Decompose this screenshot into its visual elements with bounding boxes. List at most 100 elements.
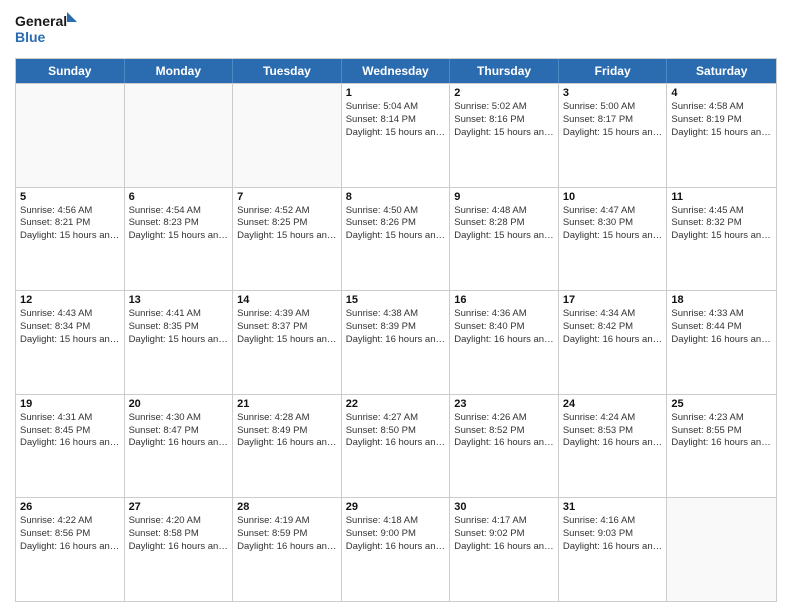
- daylight-text: Daylight: 15 hours and 13 minutes.: [454, 127, 554, 140]
- daylight-text: Daylight: 16 hours and 23 minutes.: [346, 437, 446, 450]
- sunrise-text: Sunrise: 5:02 AM: [454, 101, 554, 114]
- cal-cell-4-5: 31Sunrise: 4:16 AMSunset: 9:03 PMDayligh…: [559, 498, 668, 601]
- sunset-text: Sunset: 8:59 PM: [237, 528, 337, 541]
- day-number: 30: [454, 501, 554, 513]
- sunset-text: Sunset: 8:14 PM: [346, 114, 446, 127]
- cal-cell-1-5: 10Sunrise: 4:47 AMSunset: 8:30 PMDayligh…: [559, 188, 668, 291]
- daylight-text: Daylight: 15 hours and 24 minutes.: [20, 230, 120, 243]
- sunset-text: Sunset: 8:21 PM: [20, 217, 120, 230]
- sunset-text: Sunset: 8:26 PM: [346, 217, 446, 230]
- sunrise-text: Sunrise: 4:22 AM: [20, 515, 120, 528]
- sunset-text: Sunset: 8:32 PM: [671, 217, 772, 230]
- header-day-tuesday: Tuesday: [233, 59, 342, 83]
- header: GeneralBlue: [15, 10, 777, 50]
- daylight-text: Daylight: 16 hours and 44 minutes.: [454, 541, 554, 554]
- cal-cell-3-3: 22 Sunrise: 4:27 AMSunset: 8:50 PMDayligh…: [342, 395, 451, 498]
- sunset-text: Sunset: 9:00 PM: [346, 528, 446, 541]
- daylight-text: Daylight: 15 hours and 54 minutes.: [129, 334, 229, 347]
- daylight-text: Daylight: 16 hours and 10 minutes.: [671, 334, 772, 347]
- sunset-text: Sunset: 8:25 PM: [237, 217, 337, 230]
- daylight-text: Daylight: 15 hours and 17 minutes.: [563, 127, 663, 140]
- day-number: 26: [20, 501, 120, 513]
- sunset-text: Sunset: 8:34 PM: [20, 321, 120, 334]
- cal-cell-2-5: 17Sunrise: 4:34 AMSunset: 8:42 PMDayligh…: [559, 291, 668, 394]
- cal-cell-0-6: 4Sunrise: 4:58 AMSunset: 8:19 PMDaylight…: [667, 84, 776, 187]
- cal-cell-0-2: [233, 84, 342, 187]
- cal-cell-3-1: 20Sunrise: 4:30 AMSunset: 8:47 PMDayligh…: [125, 395, 234, 498]
- daylight-text: Daylight: 15 hours and 9 minutes.: [346, 127, 446, 140]
- sunset-text: Sunset: 8:52 PM: [454, 425, 554, 438]
- sunrise-text: Sunrise: 4:34 AM: [563, 308, 663, 321]
- cal-cell-3-5: 24Sunrise: 4:24 AMSunset: 8:53 PMDayligh…: [559, 395, 668, 498]
- cal-cell-4-0: 26Sunrise: 4:22 AMSunset: 8:56 PMDayligh…: [16, 498, 125, 601]
- daylight-text: Daylight: 16 hours and 39 minutes.: [237, 541, 337, 554]
- cal-cell-2-2: 14Sunrise: 4:39 AMSunset: 8:37 PMDayligh…: [233, 291, 342, 394]
- sunset-text: Sunset: 8:58 PM: [129, 528, 229, 541]
- sunset-text: Sunset: 8:47 PM: [129, 425, 229, 438]
- day-number: 10: [563, 191, 663, 203]
- sunset-text: Sunset: 9:03 PM: [563, 528, 663, 541]
- day-number: 20: [129, 398, 229, 410]
- sunrise-text: Sunrise: 4:54 AM: [129, 205, 229, 218]
- sunrise-text: Sunrise: 4:19 AM: [237, 515, 337, 528]
- sunrise-text: Sunrise: 4:27 AM: [346, 412, 446, 425]
- sunrise-text: Sunrise: 4:31 AM: [20, 412, 120, 425]
- cal-cell-1-1: 6Sunrise: 4:54 AMSunset: 8:23 PMDaylight…: [125, 188, 234, 291]
- header-day-friday: Friday: [559, 59, 668, 83]
- cal-cell-2-0: 12Sunrise: 4:43 AMSunset: 8:34 PMDayligh…: [16, 291, 125, 394]
- sunrise-text: Sunrise: 4:50 AM: [346, 205, 446, 218]
- daylight-text: Daylight: 15 hours and 36 minutes.: [346, 230, 446, 243]
- daylight-text: Daylight: 16 hours and 29 minutes.: [563, 437, 663, 450]
- cal-cell-0-3: 1Sunrise: 5:04 AMSunset: 8:14 PMDaylight…: [342, 84, 451, 187]
- sunrise-text: Sunrise: 4:45 AM: [671, 205, 772, 218]
- cal-cell-4-1: 27Sunrise: 4:20 AMSunset: 8:58 PMDayligh…: [125, 498, 234, 601]
- cal-cell-3-4: 23Sunrise: 4:26 AMSunset: 8:52 PMDayligh…: [450, 395, 559, 498]
- svg-text:Blue: Blue: [15, 29, 46, 45]
- sunset-text: Sunset: 8:28 PM: [454, 217, 554, 230]
- cal-cell-4-4: 30Sunrise: 4:17 AMSunset: 9:02 PMDayligh…: [450, 498, 559, 601]
- day-number: 3: [563, 87, 663, 99]
- sunset-text: Sunset: 8:50 PM: [346, 425, 446, 438]
- day-number: 2: [454, 87, 554, 99]
- daylight-text: Daylight: 15 hours and 50 minutes.: [20, 334, 120, 347]
- sunset-text: Sunset: 8:19 PM: [671, 114, 772, 127]
- day-number: 9: [454, 191, 554, 203]
- cal-cell-3-6: 25Sunrise: 4:23 AMSunset: 8:55 PMDayligh…: [667, 395, 776, 498]
- day-number: 27: [129, 501, 229, 513]
- cal-cell-0-1: [125, 84, 234, 187]
- cal-cell-4-3: 29Sunrise: 4:18 AMSunset: 9:00 PMDayligh…: [342, 498, 451, 601]
- cal-cell-1-6: 11Sunrise: 4:45 AMSunset: 8:32 PMDayligh…: [667, 188, 776, 291]
- sunset-text: Sunset: 8:49 PM: [237, 425, 337, 438]
- day-number: 28: [237, 501, 337, 513]
- page: GeneralBlue SundayMondayTuesdayWednesday…: [0, 0, 792, 612]
- logo-svg: GeneralBlue: [15, 10, 85, 50]
- day-number: 22: [346, 398, 446, 410]
- header-day-monday: Monday: [125, 59, 234, 83]
- calendar-header: SundayMondayTuesdayWednesdayThursdayFrid…: [16, 59, 776, 83]
- calendar-row-4: 26Sunrise: 4:22 AMSunset: 8:56 PMDayligh…: [16, 497, 776, 601]
- calendar-row-2: 12Sunrise: 4:43 AMSunset: 8:34 PMDayligh…: [16, 290, 776, 394]
- cal-cell-2-4: 16Sunrise: 4:36 AMSunset: 8:40 PMDayligh…: [450, 291, 559, 394]
- sunrise-text: Sunrise: 4:16 AM: [563, 515, 663, 528]
- cal-cell-3-2: 21Sunrise: 4:28 AMSunset: 8:49 PMDayligh…: [233, 395, 342, 498]
- sunrise-text: Sunrise: 4:36 AM: [454, 308, 554, 321]
- day-number: 11: [671, 191, 772, 203]
- sunrise-text: Sunrise: 5:00 AM: [563, 101, 663, 114]
- day-number: 31: [563, 501, 663, 513]
- sunset-text: Sunset: 9:02 PM: [454, 528, 554, 541]
- day-number: 24: [563, 398, 663, 410]
- sunrise-text: Sunrise: 5:04 AM: [346, 101, 446, 114]
- sunrise-text: Sunrise: 4:38 AM: [346, 308, 446, 321]
- calendar-row-1: 5Sunrise: 4:56 AMSunset: 8:21 PMDaylight…: [16, 187, 776, 291]
- day-number: 18: [671, 294, 772, 306]
- sunset-text: Sunset: 8:45 PM: [20, 425, 120, 438]
- cal-cell-0-5: 3Sunrise: 5:00 AMSunset: 8:17 PMDaylight…: [559, 84, 668, 187]
- daylight-text: Daylight: 16 hours and 20 minutes.: [237, 437, 337, 450]
- sunset-text: Sunset: 8:30 PM: [563, 217, 663, 230]
- cal-cell-4-2: 28 Sunrise: 4:19 AMSunset: 8:59 PMDayligh…: [233, 498, 342, 601]
- cal-cell-2-3: 15Sunrise: 4:38 AMSunset: 8:39 PMDayligh…: [342, 291, 451, 394]
- daylight-text: Daylight: 16 hours and 17 minutes.: [129, 437, 229, 450]
- sunrise-text: Sunrise: 4:24 AM: [563, 412, 663, 425]
- sunrise-text: Sunrise: 4:39 AM: [237, 308, 337, 321]
- header-day-wednesday: Wednesday: [342, 59, 451, 83]
